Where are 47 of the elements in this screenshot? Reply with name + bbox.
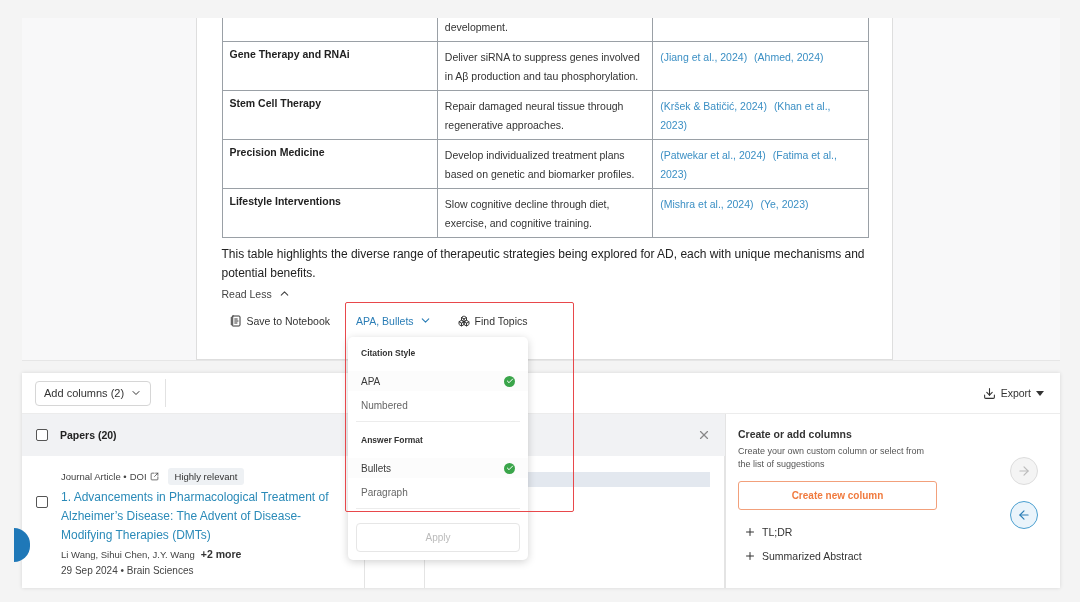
article-type: Journal Article • bbox=[61, 471, 127, 482]
doi-link[interactable]: DOI bbox=[129, 471, 147, 482]
check-icon bbox=[504, 375, 515, 387]
export-button[interactable]: Export bbox=[982, 386, 1044, 400]
check-icon bbox=[504, 462, 515, 474]
arrow-right-icon bbox=[1017, 464, 1031, 478]
table-cell-text: Stem Cell Therapy bbox=[229, 97, 323, 109]
notebook-icon bbox=[229, 314, 242, 327]
close-icon[interactable] bbox=[697, 428, 711, 442]
table-cell-text: Precision Medicine bbox=[229, 146, 326, 158]
more-authors-link[interactable]: +2 more bbox=[200, 548, 242, 560]
publication-info: 29 Sep 2024 • Brain Sciences bbox=[61, 565, 195, 576]
menu-option[interactable]: Paragraph bbox=[348, 482, 528, 502]
column-header: Papers (20) bbox=[60, 429, 117, 441]
grid-icon bbox=[457, 314, 470, 327]
panel-title: Create or add columns bbox=[738, 428, 853, 440]
add-columns-button[interactable]: Add columns (2) bbox=[35, 380, 152, 406]
panel-description: Create your own custom column or select from the list of suggestions bbox=[738, 445, 926, 471]
suggestion-item[interactable]: Summarized Abstract bbox=[744, 550, 862, 562]
menu-option[interactable]: Numbered bbox=[348, 395, 528, 415]
relevance-badge: Highly relevant bbox=[167, 468, 245, 485]
table-cell-text: Repair damaged neural tissue through regenerative approaches. bbox=[444, 99, 625, 133]
table-cell-text: Deliver siRNA to suppress genes involved in Aβ production and tau phosphorylation. bbox=[444, 50, 641, 84]
table-cell-text: Lifestyle Interventions bbox=[229, 195, 342, 207]
download-icon bbox=[982, 386, 996, 400]
authors-text: Li Wang, Sihui Chen, J.Y. Wang bbox=[61, 549, 195, 560]
table-cell-text: Gene Therapy and RNAi bbox=[229, 48, 351, 60]
summary-text: This table highlights the diverse range of therapeutic strategies being explored for AD, each with unique mechanisms and potential benefits. bbox=[221, 246, 866, 282]
checkbox[interactable] bbox=[36, 496, 48, 508]
format-dropdown[interactable]: APA, Bullets bbox=[356, 314, 432, 327]
menu-heading: Answer Format bbox=[360, 434, 424, 447]
table-cell-text: development. bbox=[444, 20, 509, 35]
table-cell-text: Develop individualized treatment plans based on genetic and biomarker profiles. bbox=[444, 148, 636, 182]
checkbox[interactable] bbox=[36, 429, 48, 441]
suggestion-item[interactable]: TL;DR bbox=[744, 526, 793, 538]
caret-icon bbox=[1036, 390, 1044, 396]
table-cell-text: Slow cognitive decline through diet, exercise, and cognitive training. bbox=[444, 197, 611, 231]
find-topics-button[interactable]: Find Topics bbox=[457, 314, 528, 327]
read-less-button[interactable]: Read Less bbox=[221, 287, 291, 300]
plus-icon bbox=[744, 550, 756, 562]
menu-option[interactable]: APA bbox=[348, 371, 528, 391]
external-link-icon bbox=[149, 472, 159, 481]
menu-option[interactable]: Bullets bbox=[348, 458, 528, 478]
paper-title-link[interactable]: 1. Advancements in Pharmacological Treatment of Alzheimer’s Disease: The Advent of Disease-Modifying Therapies (DMTs) bbox=[61, 488, 350, 545]
plus-icon bbox=[744, 526, 756, 538]
menu-heading: Citation Style bbox=[360, 347, 417, 360]
save-to-notebook-button[interactable]: Save to Notebook bbox=[229, 314, 330, 327]
